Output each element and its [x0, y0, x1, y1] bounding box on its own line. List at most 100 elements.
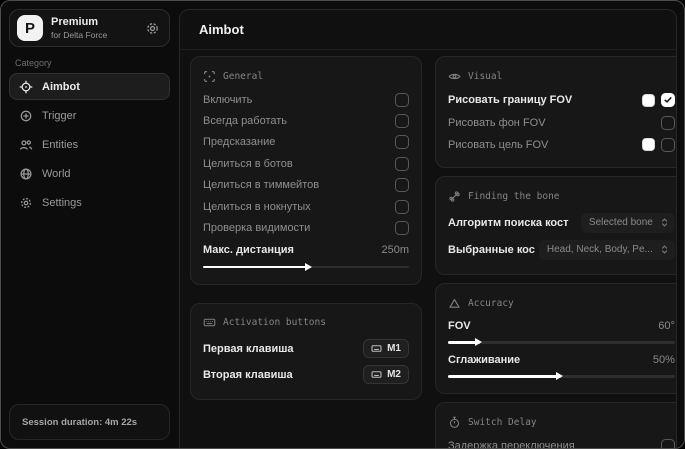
- toggle-label: Целиться в тиммейтов: [203, 179, 320, 192]
- checkbox-draw-fov-target[interactable]: [660, 137, 675, 152]
- keybind-label: Первая клавиша: [203, 342, 294, 355]
- brand-subtitle: for Delta Force: [51, 29, 108, 40]
- toggle-label: Включить: [203, 93, 253, 106]
- toggle-label: Целиться в нокнутых: [203, 200, 311, 213]
- checkbox-target-bots[interactable]: [395, 156, 409, 171]
- checkbox-switch-delay[interactable]: [660, 438, 675, 448]
- selected-bones-select[interactable]: Head, Neck, Body, Pe...: [538, 239, 675, 260]
- unfold-icon: [659, 217, 670, 228]
- checkbox-prediction[interactable]: [395, 135, 409, 150]
- app-logo: P: [17, 15, 43, 41]
- checkbox-draw-fov-background[interactable]: [660, 115, 675, 130]
- keybind-value: M1: [387, 343, 401, 355]
- smoothing-slider[interactable]: [448, 370, 675, 382]
- general-card: General Включить Всегда работать Предска…: [190, 56, 422, 285]
- visual-label: Рисовать границу FOV: [448, 94, 573, 107]
- app-window: P Premium for Delta Force Category Aimbo…: [0, 0, 685, 449]
- visual-label: Рисовать фон FOV: [448, 116, 546, 129]
- toggle-label: Всегда работать: [203, 115, 288, 128]
- keybind-row: Первая клавиша M1: [203, 336, 409, 362]
- brand-title: Premium: [51, 15, 99, 28]
- select-row: Выбранные кос Head, Neck, Body, Pe...: [448, 236, 675, 263]
- select-label: Алгоритм поиска кост: [448, 216, 569, 229]
- section-title: Finding the bone: [468, 190, 560, 202]
- keyboard-icon: [371, 369, 382, 380]
- session-duration-card: Session duration: 4m 22s: [9, 404, 170, 440]
- sidebar-item-label: Settings: [42, 196, 82, 209]
- keybind-button-primary[interactable]: M1: [363, 339, 409, 359]
- fov-slider[interactable]: [448, 336, 675, 348]
- toggle-label: Целиться в ботов: [203, 157, 293, 170]
- gear-icon[interactable]: [145, 21, 160, 36]
- trigger-icon: [19, 109, 33, 123]
- visual-row: Рисовать границу FOV: [448, 89, 675, 111]
- toggle-label: Проверка видимости: [203, 222, 311, 235]
- color-swatch[interactable]: [641, 93, 655, 107]
- keyboard-icon: [371, 343, 382, 354]
- keyboard-icon: [203, 316, 216, 329]
- timer-icon: [448, 416, 461, 429]
- brand-card: P Premium for Delta Force: [9, 9, 170, 47]
- activation-buttons-card: Activation buttons Первая клавиша M1 Вто…: [190, 302, 422, 400]
- section-title: Switch Delay: [468, 416, 537, 428]
- sidebar-item-label: Entities: [42, 138, 79, 151]
- slider-label: FOV: [448, 319, 471, 332]
- slider-value: 50%: [652, 353, 675, 366]
- select-value: Selected bone: [588, 217, 653, 229]
- toggle-label: Задержка переключения: [448, 439, 575, 448]
- section-title: General: [223, 70, 264, 82]
- sidebar-item-trigger[interactable]: Trigger: [9, 102, 170, 129]
- visual-card: Visual Рисовать границу FOV Рисовать фон…: [435, 56, 676, 169]
- checkbox-enable[interactable]: [395, 92, 409, 107]
- checkbox-target-teammates[interactable]: [395, 178, 409, 193]
- page-title: Aimbot: [199, 22, 244, 37]
- sidebar-item-label: Trigger: [42, 109, 77, 122]
- visual-row: Рисовать цель FOV: [448, 134, 675, 156]
- finding-bone-card: Finding the bone Алгоритм поиска кост Se…: [435, 176, 676, 276]
- keybind-value: M2: [387, 369, 401, 381]
- sidebar-item-settings[interactable]: Settings: [9, 189, 170, 216]
- sidebar-item-world[interactable]: World: [9, 160, 170, 187]
- bone-algorithm-select[interactable]: Selected bone: [580, 212, 675, 233]
- color-swatch[interactable]: [641, 138, 655, 152]
- keybind-row: Вторая клавиша M2: [203, 362, 409, 388]
- world-icon: [19, 167, 33, 181]
- category-label: Category: [15, 58, 52, 68]
- checkbox-always-work[interactable]: [395, 114, 409, 129]
- keybind-label: Вторая клавиша: [203, 368, 293, 381]
- checkbox-visibility-check[interactable]: [395, 221, 409, 236]
- entities-icon: [19, 138, 33, 152]
- select-label: Выбранные кос: [448, 243, 535, 256]
- accuracy-card: Accuracy FOV 60° Сглаживание 50%: [435, 283, 676, 395]
- toggle-row: Целиться в нокнутых: [203, 196, 409, 217]
- general-icon: [203, 70, 216, 83]
- toggle-row: Предсказание: [203, 132, 409, 153]
- checkbox-draw-fov-border[interactable]: [660, 93, 675, 108]
- select-value: Head, Neck, Body, Pe...: [546, 244, 653, 256]
- sidebar-item-aimbot[interactable]: Aimbot: [9, 73, 170, 100]
- select-row: Алгоритм поиска кост Selected bone: [448, 209, 675, 236]
- settings-icon: [19, 196, 33, 210]
- keybind-button-secondary[interactable]: M2: [363, 365, 409, 385]
- section-title: Activation buttons: [223, 317, 326, 329]
- unfold-icon: [659, 244, 670, 255]
- sidebar-item-label: Aimbot: [42, 80, 80, 93]
- toggle-row: Всегда работать: [203, 110, 409, 131]
- eye-icon: [448, 70, 461, 83]
- toggle-row: Целиться в ботов: [203, 153, 409, 174]
- toggle-row: Включить: [203, 89, 409, 110]
- toggle-label: Предсказание: [203, 136, 276, 149]
- bone-icon: [448, 190, 461, 203]
- toggle-row: Целиться в тиммейтов: [203, 175, 409, 196]
- sidebar: P Premium for Delta Force Category Aimbo…: [1, 1, 178, 448]
- max-distance-slider[interactable]: [203, 261, 409, 273]
- toggle-row: Задержка переключения: [448, 435, 675, 448]
- checkbox-target-knocked[interactable]: [395, 199, 409, 214]
- sidebar-item-entities[interactable]: Entities: [9, 131, 170, 158]
- panel-header: Aimbot: [180, 10, 676, 50]
- switch-delay-card: Switch Delay Задержка переключения Задер…: [435, 402, 676, 448]
- sidebar-nav: Aimbot Trigger Entities World Settings: [9, 73, 170, 218]
- triangle-icon: [448, 297, 461, 310]
- slider-value: 250m: [381, 244, 409, 257]
- slider-value: 60°: [658, 319, 675, 332]
